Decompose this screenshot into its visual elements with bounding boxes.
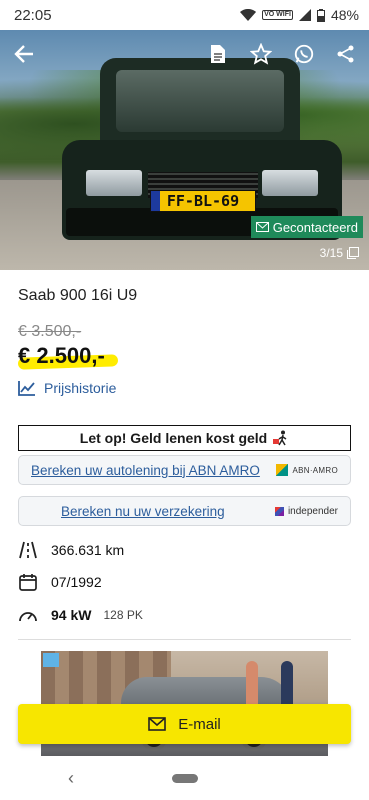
battery-icon: [316, 8, 325, 22]
back-arrow-icon: [14, 45, 33, 63]
current-price: € 2.500,-: [18, 343, 105, 368]
status-time: 22:05: [14, 6, 52, 24]
walking-person-icon: [273, 430, 287, 446]
insurance-link[interactable]: Bereken nu uw verzekering: [61, 504, 225, 519]
car-photo[interactable]: FF-BL-69 Gecontacteerd 3/15: [0, 30, 369, 270]
spec-mileage: 366.631 km: [18, 540, 124, 560]
email-button[interactable]: E-mail: [18, 704, 351, 744]
listing-title: Saab 900 16i U9: [18, 287, 138, 304]
speedometer-icon: [18, 605, 38, 625]
abn-amro-loan-link[interactable]: Bereken uw autolening bij ABN AMRO: [31, 463, 260, 478]
independer-insurance-banner[interactable]: Bereken nu uw verzekering independer: [18, 496, 351, 526]
nav-back-icon[interactable]: ‹: [68, 768, 74, 789]
system-nav-bar: ‹: [0, 764, 369, 800]
license-plate: FF-BL-69: [150, 190, 256, 212]
whatsapp-button[interactable]: [288, 38, 320, 70]
independer-logo: independer: [274, 506, 338, 517]
back-button[interactable]: [8, 38, 40, 70]
nav-home-pill[interactable]: [172, 774, 198, 783]
wifi-icon: [240, 9, 257, 21]
calendar-icon: [18, 572, 38, 592]
battery-percent: 48%: [330, 7, 359, 23]
mail-icon: [148, 717, 167, 731]
signal-icon: [298, 9, 311, 21]
contacted-badge: Gecontacteerd: [250, 216, 363, 238]
spec-power: 94 kW 128 PK: [18, 605, 143, 625]
spec-registration: 07/1992: [18, 572, 102, 592]
document-icon: [211, 45, 225, 63]
image-counter: 3/15: [320, 246, 359, 260]
whatsapp-icon: [294, 44, 314, 64]
status-bar: 22:05 VO WIFI 48%: [0, 0, 369, 30]
gallery-icon: [347, 247, 359, 259]
star-icon: [250, 43, 272, 65]
price-history-link[interactable]: Prijshistorie: [18, 380, 116, 396]
abn-amro-loan-banner[interactable]: Bereken uw autolening bij ABN AMRO ABN·A…: [18, 455, 351, 485]
ad-choices-icon[interactable]: [43, 653, 59, 667]
old-price: € 3.500,-: [18, 323, 82, 340]
share-button[interactable]: [330, 38, 362, 70]
volte-badge: VO WIFI: [262, 10, 293, 20]
loan-warning: Let op! Geld lenen kost geld: [18, 425, 351, 451]
divider: [18, 639, 351, 640]
share-icon: [337, 45, 354, 63]
road-icon: [18, 540, 38, 560]
mail-icon: [255, 222, 269, 232]
trend-chart-icon: [18, 381, 35, 396]
favorite-button[interactable]: [245, 38, 277, 70]
abn-amro-logo: ABN·AMRO: [276, 464, 338, 476]
document-button[interactable]: [202, 38, 234, 70]
status-icons: VO WIFI 48%: [240, 7, 359, 23]
